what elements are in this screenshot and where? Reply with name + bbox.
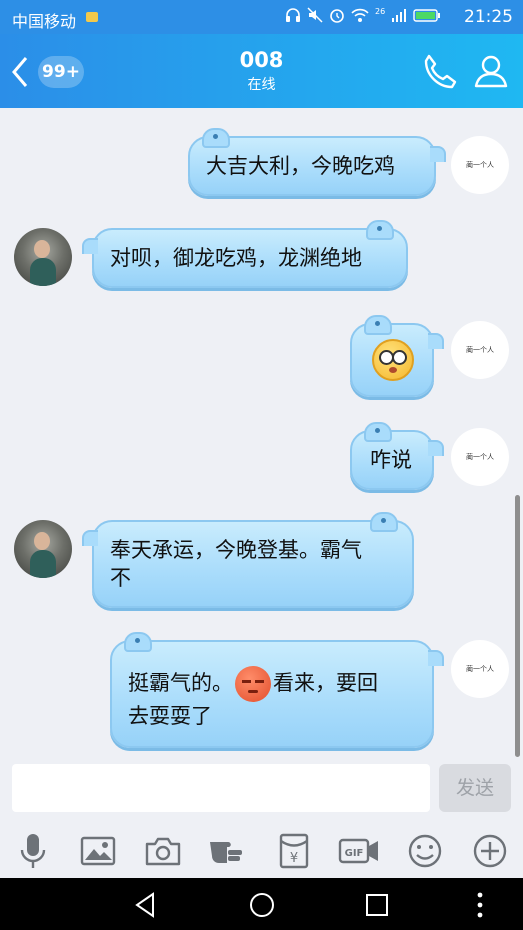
- nav-menu-icon[interactable]: [465, 890, 495, 920]
- carrier-name: 中国移动: [12, 12, 77, 31]
- battery-icon: [413, 9, 440, 22]
- message-text-part-2: 看来，要回: [273, 671, 378, 695]
- composer: 发送: [0, 758, 523, 824]
- avatar-signature: 蔺一个人: [466, 346, 494, 354]
- nav-home-icon[interactable]: [247, 890, 277, 920]
- message-list[interactable]: 蔺一个人 大吉大利，今晚吃鸡 对呗，御龙吃鸡，龙渊绝地 蔺一个人 蔺一个人 咋说: [0, 108, 523, 758]
- mute-icon: [307, 7, 323, 23]
- poke-button[interactable]: [208, 832, 248, 870]
- nav-recents-icon[interactable]: [362, 890, 392, 920]
- message-bubble[interactable]: 大吉大利，今晚吃鸡: [188, 128, 446, 196]
- message-text-part-1: 挺霸气的。: [128, 671, 233, 695]
- message-bubble[interactable]: 咋说: [350, 422, 444, 490]
- message-text: 咋说: [370, 448, 412, 472]
- avatar-signature: 蔺一个人: [466, 665, 494, 673]
- emoji-icon: [408, 834, 442, 868]
- self-avatar[interactable]: 蔺一个人: [451, 321, 509, 379]
- message-input[interactable]: [12, 764, 430, 812]
- avatar-signature: 蔺一个人: [466, 161, 494, 169]
- message-bubble[interactable]: 对呗，御龙吃鸡，龙渊绝地: [82, 220, 408, 288]
- avatar-signature: 蔺一个人: [466, 453, 494, 461]
- voice-button[interactable]: [14, 832, 54, 870]
- wifi-icon: [351, 8, 369, 22]
- send-button[interactable]: 发送: [439, 764, 511, 812]
- message-bubble[interactable]: [350, 315, 444, 397]
- call-button[interactable]: [420, 52, 458, 90]
- emoji-button[interactable]: [405, 832, 445, 870]
- contact-avatar[interactable]: [14, 228, 72, 286]
- gif-icon: GIF: [338, 838, 378, 864]
- message-bubble[interactable]: 奉天承运，今晚登基。霸气 不: [82, 512, 414, 608]
- plus-icon: [473, 834, 507, 868]
- shocked-face-emoji: [372, 339, 414, 381]
- message-text-line-1: 挺霸气的。 看来，要回: [128, 666, 378, 702]
- message-text: 对呗，御龙吃鸡，龙渊绝地: [110, 246, 362, 270]
- image-icon: [80, 836, 116, 866]
- contact-avatar[interactable]: [14, 520, 72, 578]
- phone-icon: [424, 54, 457, 89]
- input-toolbar: ¥ GIF: [0, 824, 523, 878]
- poke-hand-icon: [210, 842, 242, 863]
- gif-label: GIF: [345, 848, 364, 859]
- message-text-line-1: 奉天承运，今晚登基。霸气: [110, 538, 362, 562]
- clock: 21:25: [464, 7, 513, 27]
- signal-icon: [392, 9, 406, 22]
- image-button[interactable]: [78, 832, 118, 870]
- message-bubble[interactable]: 挺霸气的。 看来，要回 去耍耍了: [110, 632, 444, 748]
- system-navigation-bar: [0, 878, 523, 930]
- red-packet-button[interactable]: ¥: [274, 832, 314, 870]
- self-avatar[interactable]: 蔺一个人: [451, 428, 509, 486]
- camera-icon: [145, 837, 181, 866]
- carrier-badge-icon: [86, 12, 98, 22]
- alarm-icon: [330, 9, 344, 23]
- message-text-line-2: 去耍耍了: [128, 704, 212, 728]
- message-list-scrollbar[interactable]: [515, 495, 520, 757]
- signal-label: 26: [375, 7, 386, 16]
- status-bar: 中国移动 26 21:25: [0, 0, 523, 34]
- nav-back-icon[interactable]: [131, 890, 161, 920]
- chat-header: 99+ 008 在线: [0, 34, 523, 108]
- yen-label: ¥: [290, 851, 298, 866]
- self-avatar[interactable]: 蔺一个人: [451, 136, 509, 194]
- angry-face-emoji: [235, 666, 271, 702]
- status-icons: 26: [285, 7, 441, 23]
- more-button[interactable]: [470, 832, 510, 870]
- headset-icon: [286, 8, 300, 22]
- message-text-line-2: 不: [110, 566, 131, 590]
- microphone-icon: [20, 834, 46, 868]
- message-text: 大吉大利，今晚吃鸡: [206, 154, 395, 178]
- red-packet-icon: ¥: [279, 833, 309, 869]
- camera-button[interactable]: [143, 832, 183, 870]
- person-icon: [474, 55, 508, 88]
- self-avatar[interactable]: 蔺一个人: [451, 640, 509, 698]
- gif-button[interactable]: GIF: [338, 832, 378, 870]
- profile-button[interactable]: [472, 52, 510, 90]
